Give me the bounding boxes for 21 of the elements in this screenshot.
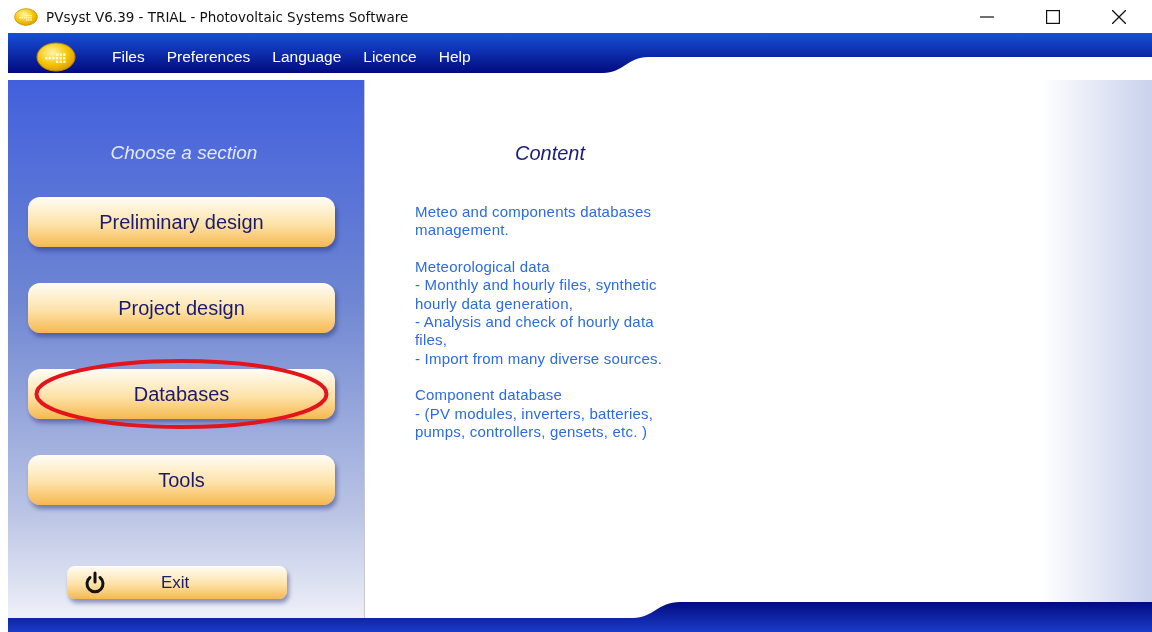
description-paragraph: Component database - (PV modules, inverters, batteries, pumps, controllers, gensets, etc. ) — [415, 386, 655, 442]
window-title: PVsyst V6.39 - TRIAL - Photovoltaic Systems Software — [46, 8, 410, 25]
description-paragraph: Meteo and components databases management. — [415, 203, 653, 240]
menu-item[interactable]: Language — [272, 45, 342, 68]
sun-logo-icon — [14, 7, 38, 26]
close-icon[interactable] — [1112, 9, 1126, 24]
menu-item[interactable]: Files — [112, 45, 145, 68]
menu-item[interactable]: Help — [438, 45, 471, 68]
section-button[interactable]: Project design — [28, 283, 335, 333]
description-paragraph: Meteorological data - Monthly and hourly files, synthetic hourly data generation, - Analysis and check of hourly data files, - Import from many diverse sources. — [415, 257, 664, 369]
maximize-icon[interactable] — [1046, 9, 1060, 24]
menu-item[interactable]: Preferences — [166, 45, 251, 68]
menu-item[interactable]: Licence — [363, 45, 417, 68]
power-icon — [83, 570, 107, 595]
content-title: Content — [515, 142, 587, 165]
section-button[interactable]: Preliminary design — [28, 197, 335, 247]
section-button[interactable]: Tools — [28, 455, 335, 505]
section-button[interactable]: Databases — [28, 369, 335, 419]
section-heading: Choose a section — [110, 142, 258, 164]
sun-logo-icon — [36, 41, 76, 72]
exit-button[interactable]: Exit — [67, 566, 287, 599]
